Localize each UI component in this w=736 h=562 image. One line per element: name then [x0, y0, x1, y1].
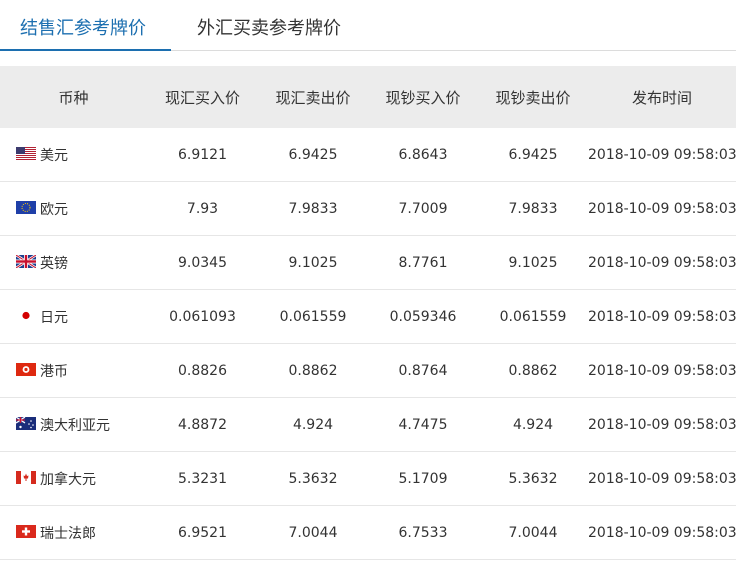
us-flag-icon [16, 146, 36, 160]
active-tab-indicator [0, 49, 171, 51]
cash-buy-cell: 6.7533 [368, 505, 478, 560]
cash-buy-cell: 0.059346 [368, 289, 478, 344]
column-header-publish-time: 发布时间 [588, 66, 736, 128]
hk-flag-icon [16, 362, 36, 376]
spot-sell-cell: 5.3632 [258, 451, 368, 506]
cash-sell-cell: 0.8862 [478, 343, 588, 398]
cash-buy-cell: 0.8764 [368, 343, 478, 398]
cash-sell-cell: 0.061559 [478, 289, 588, 344]
publish-time-cell: 2018-10-09 09:58:03 [588, 397, 736, 452]
cash-sell-cell: 4.924 [478, 397, 588, 452]
spot-sell-cell: 7.9833 [258, 181, 368, 236]
publish-time-cell: 2018-10-09 09:58:03 [588, 235, 736, 290]
column-header-cash-sell: 现钞卖出价 [478, 66, 588, 128]
currency-name: 加拿大元 [40, 471, 96, 488]
currency-cell: 日元 [0, 289, 147, 344]
ca-flag-icon [16, 470, 36, 484]
exchange-rate-table: 币种 现汇买入价 现汇卖出价 现钞买入价 现钞卖出价 发布时间 美元 6.9121… [0, 66, 736, 560]
currency-cell: 英镑 [0, 235, 147, 290]
jp-flag-icon [16, 308, 36, 322]
table-row: 瑞士法郎 6.9521 7.0044 6.7533 7.0044 2018-10-09 0… [0, 505, 736, 560]
tab-bar: 结售汇参考牌价 外汇买卖参考牌价 [0, 0, 736, 51]
spot-sell-cell: 7.0044 [258, 505, 368, 560]
cash-sell-cell: 7.9833 [478, 181, 588, 236]
tab-forex-trading-rates[interactable]: 外汇买卖参考牌价 [197, 0, 341, 50]
cash-sell-cell: 5.3632 [478, 451, 588, 506]
currency-name: 瑞士法郎 [40, 525, 96, 542]
cash-sell-cell: 6.9425 [478, 128, 588, 182]
spot-buy-cell: 0.061093 [147, 289, 258, 344]
table-header-row: 币种 现汇买入价 现汇卖出价 现钞买入价 现钞卖出价 发布时间 [0, 66, 736, 128]
cash-buy-cell: 7.7009 [368, 181, 478, 236]
currency-cell: 美元 [0, 128, 147, 182]
spot-buy-cell: 7.93 [147, 181, 258, 236]
currency-name: 欧元 [40, 201, 68, 218]
cash-buy-cell: 6.8643 [368, 128, 478, 182]
spot-sell-cell: 0.8862 [258, 343, 368, 398]
table-row: 澳大利亚元 4.8872 4.924 4.7475 4.924 2018-10-09 09… [0, 397, 736, 452]
cash-sell-cell: 7.0044 [478, 505, 588, 560]
eu-flag-icon [16, 200, 36, 214]
currency-cell: 瑞士法郎 [0, 505, 147, 560]
ch-flag-icon [16, 524, 36, 538]
tab-settlement-rates[interactable]: 结售汇参考牌价 [20, 0, 146, 50]
table-row: 日元 0.061093 0.061559 0.059346 0.061559 2018-1… [0, 289, 736, 344]
spot-sell-cell: 6.9425 [258, 128, 368, 182]
publish-time-cell: 2018-10-09 09:58:03 [588, 128, 736, 182]
spot-buy-cell: 9.0345 [147, 235, 258, 290]
spot-buy-cell: 5.3231 [147, 451, 258, 506]
currency-cell: 港币 [0, 343, 147, 398]
cash-buy-cell: 8.7761 [368, 235, 478, 290]
currency-cell: 澳大利亚元 [0, 397, 147, 452]
currency-name: 英镑 [40, 255, 68, 272]
publish-time-cell: 2018-10-09 09:58:03 [588, 289, 736, 344]
currency-name: 港币 [40, 363, 68, 380]
spot-buy-cell: 0.8826 [147, 343, 258, 398]
cash-sell-cell: 9.1025 [478, 235, 588, 290]
table-body: 美元 6.9121 6.9425 6.8643 6.9425 2018-10-09 09:… [0, 128, 736, 560]
table-row: 港币 0.8826 0.8862 0.8764 0.8862 2018-10-09 09:… [0, 343, 736, 398]
table-row: 欧元 7.93 7.9833 7.7009 7.9833 2018-10-09 09:58… [0, 181, 736, 236]
spot-buy-cell: 6.9521 [147, 505, 258, 560]
spot-buy-cell: 6.9121 [147, 128, 258, 182]
uk-flag-icon [16, 254, 36, 268]
column-header-cash-buy: 现钞买入价 [368, 66, 478, 128]
table-row: 加拿大元 5.3231 5.3632 5.1709 5.3632 2018-10-09 0… [0, 451, 736, 506]
column-header-spot-sell: 现汇卖出价 [258, 66, 368, 128]
spot-sell-cell: 4.924 [258, 397, 368, 452]
au-flag-icon [16, 416, 36, 430]
currency-name: 澳大利亚元 [40, 417, 110, 434]
table-row: 美元 6.9121 6.9425 6.8643 6.9425 2018-10-09 09:… [0, 128, 736, 182]
currency-name: 美元 [40, 147, 68, 164]
cash-buy-cell: 5.1709 [368, 451, 478, 506]
column-header-currency: 币种 [0, 66, 147, 128]
column-header-spot-buy: 现汇买入价 [147, 66, 258, 128]
spot-sell-cell: 0.061559 [258, 289, 368, 344]
publish-time-cell: 2018-10-09 09:58:03 [588, 181, 736, 236]
currency-cell: 加拿大元 [0, 451, 147, 506]
spot-sell-cell: 9.1025 [258, 235, 368, 290]
publish-time-cell: 2018-10-09 09:58:03 [588, 343, 736, 398]
cash-buy-cell: 4.7475 [368, 397, 478, 452]
publish-time-cell: 2018-10-09 09:58:03 [588, 451, 736, 506]
currency-cell: 欧元 [0, 181, 147, 236]
currency-name: 日元 [40, 309, 68, 326]
publish-time-cell: 2018-10-09 09:58:03 [588, 505, 736, 560]
spot-buy-cell: 4.8872 [147, 397, 258, 452]
table-row: 英镑 9.0345 9.1025 8.7761 9.1025 2018-10-09 09:… [0, 235, 736, 290]
